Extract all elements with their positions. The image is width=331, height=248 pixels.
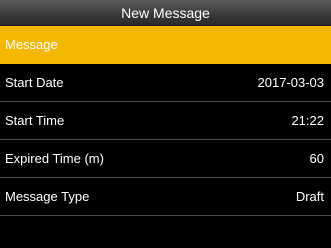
menu-item-start-time[interactable]: Start Time 21:22 [0, 102, 331, 140]
menu-list: Message Start Date 2017-03-03 Start Time… [0, 26, 331, 216]
menu-item-message[interactable]: Message [0, 26, 331, 64]
page-title: New Message [121, 4, 210, 21]
menu-item-label: Expired Time (m) [5, 151, 104, 166]
menu-item-expired-time[interactable]: Expired Time (m) 60 [0, 140, 331, 178]
menu-item-label: Start Date [5, 75, 64, 90]
menu-item-label: Start Time [5, 113, 65, 128]
menu-item-value: 2017-03-03 [257, 75, 325, 90]
device-screen: New Message Message Start Date 2017-03-0… [0, 0, 331, 248]
menu-item-start-date[interactable]: Start Date 2017-03-03 [0, 64, 331, 102]
menu-item-value: Draft [295, 189, 324, 204]
title-bar: New Message [0, 0, 331, 26]
menu-item-label: Message Type [5, 189, 90, 204]
menu-item-message-type[interactable]: Message Type Draft [0, 178, 331, 216]
menu-item-value: 21:22 [291, 113, 324, 128]
menu-item-value: 60 [309, 151, 324, 166]
menu-item-label: Message [5, 37, 58, 52]
